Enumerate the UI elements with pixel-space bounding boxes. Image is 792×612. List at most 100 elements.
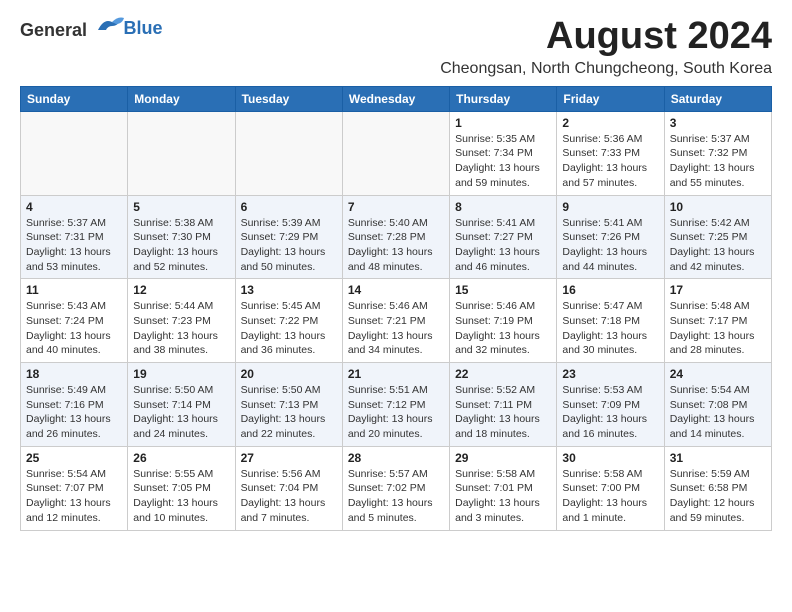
- day-number: 28: [348, 451, 444, 465]
- header-monday: Monday: [128, 86, 235, 111]
- day-info: Sunrise: 5:38 AM Sunset: 7:30 PM Dayligh…: [133, 216, 229, 275]
- header-sunday: Sunday: [21, 86, 128, 111]
- day-info: Sunrise: 5:51 AM Sunset: 7:12 PM Dayligh…: [348, 383, 444, 442]
- day-number: 23: [562, 367, 658, 381]
- day-info: Sunrise: 5:52 AM Sunset: 7:11 PM Dayligh…: [455, 383, 551, 442]
- day-number: 27: [241, 451, 337, 465]
- calendar-cell: 9 Sunrise: 5:41 AM Sunset: 7:26 PM Daylig…: [557, 195, 664, 279]
- day-number: 15: [455, 283, 551, 297]
- day-info: Sunrise: 5:56 AM Sunset: 7:04 PM Dayligh…: [241, 467, 337, 526]
- day-info: Sunrise: 5:37 AM Sunset: 7:31 PM Dayligh…: [26, 216, 122, 275]
- title-section: August 2024 Cheongsan, North Chungcheong…: [440, 16, 772, 78]
- calendar-cell: 18 Sunrise: 5:49 AM Sunset: 7:16 PM Dayli…: [21, 363, 128, 447]
- day-info: Sunrise: 5:37 AM Sunset: 7:32 PM Dayligh…: [670, 132, 766, 191]
- day-number: 16: [562, 283, 658, 297]
- calendar-table: SundayMondayTuesdayWednesdayThursdayFrid…: [20, 86, 772, 531]
- calendar-week-row: 11 Sunrise: 5:43 AM Sunset: 7:24 PM Dayli…: [21, 279, 772, 363]
- calendar-cell: 2 Sunrise: 5:36 AM Sunset: 7:33 PM Daylig…: [557, 111, 664, 195]
- calendar-cell: [235, 111, 342, 195]
- day-info: Sunrise: 5:50 AM Sunset: 7:14 PM Dayligh…: [133, 383, 229, 442]
- calendar-cell: 5Sunrise: 5:38 AM Sunset: 7:30 PM Daylig…: [128, 195, 235, 279]
- day-number: 25: [26, 451, 122, 465]
- calendar-cell: 1 Sunrise: 5:35 AM Sunset: 7:34 PM Daylig…: [450, 111, 557, 195]
- calendar-week-row: 4 Sunrise: 5:37 AM Sunset: 7:31 PM Daylig…: [21, 195, 772, 279]
- calendar-cell: 19 Sunrise: 5:50 AM Sunset: 7:14 PM Dayli…: [128, 363, 235, 447]
- day-number: 13: [241, 283, 337, 297]
- calendar-cell: [342, 111, 449, 195]
- day-number: 19: [133, 367, 229, 381]
- calendar-cell: 31Sunrise: 5:59 AM Sunset: 6:58 PM Dayli…: [664, 446, 771, 530]
- day-info: Sunrise: 5:45 AM Sunset: 7:22 PM Dayligh…: [241, 299, 337, 358]
- day-info: Sunrise: 5:40 AM Sunset: 7:28 PM Dayligh…: [348, 216, 444, 275]
- calendar-cell: 13 Sunrise: 5:45 AM Sunset: 7:22 PM Dayli…: [235, 279, 342, 363]
- day-number: 2: [562, 116, 658, 130]
- calendar-cell: 15 Sunrise: 5:46 AM Sunset: 7:19 PM Dayli…: [450, 279, 557, 363]
- calendar-cell: 28Sunrise: 5:57 AM Sunset: 7:02 PM Dayli…: [342, 446, 449, 530]
- day-number: 30: [562, 451, 658, 465]
- calendar-cell: 3 Sunrise: 5:37 AM Sunset: 7:32 PM Daylig…: [664, 111, 771, 195]
- day-info: Sunrise: 5:41 AM Sunset: 7:26 PM Dayligh…: [562, 216, 658, 275]
- day-number: 9: [562, 200, 658, 214]
- day-info: Sunrise: 5:59 AM Sunset: 6:58 PM Dayligh…: [670, 467, 766, 526]
- day-number: 18: [26, 367, 122, 381]
- day-info: Sunrise: 5:35 AM Sunset: 7:34 PM Dayligh…: [455, 132, 551, 191]
- day-info: Sunrise: 5:55 AM Sunset: 7:05 PM Dayligh…: [133, 467, 229, 526]
- page-header: General Blue August 2024 Cheongsan, Nort…: [20, 16, 772, 78]
- calendar-week-row: 18 Sunrise: 5:49 AM Sunset: 7:16 PM Dayli…: [21, 363, 772, 447]
- day-info: Sunrise: 5:44 AM Sunset: 7:23 PM Dayligh…: [133, 299, 229, 358]
- day-number: 7: [348, 200, 444, 214]
- calendar-cell: 14Sunrise: 5:46 AM Sunset: 7:21 PM Dayli…: [342, 279, 449, 363]
- header-thursday: Thursday: [450, 86, 557, 111]
- day-info: Sunrise: 5:49 AM Sunset: 7:16 PM Dayligh…: [26, 383, 122, 442]
- day-info: Sunrise: 5:58 AM Sunset: 7:01 PM Dayligh…: [455, 467, 551, 526]
- day-number: 1: [455, 116, 551, 130]
- location-subtitle: Cheongsan, North Chungcheong, South Kore…: [440, 60, 772, 78]
- header-wednesday: Wednesday: [342, 86, 449, 111]
- day-number: 22: [455, 367, 551, 381]
- day-info: Sunrise: 5:58 AM Sunset: 7:00 PM Dayligh…: [562, 467, 658, 526]
- day-number: 11: [26, 283, 122, 297]
- day-info: Sunrise: 5:54 AM Sunset: 7:07 PM Dayligh…: [26, 467, 122, 526]
- calendar-cell: 24Sunrise: 5:54 AM Sunset: 7:08 PM Dayli…: [664, 363, 771, 447]
- day-number: 26: [133, 451, 229, 465]
- calendar-cell: 27 Sunrise: 5:56 AM Sunset: 7:04 PM Dayli…: [235, 446, 342, 530]
- day-number: 3: [670, 116, 766, 130]
- calendar-cell: [128, 111, 235, 195]
- calendar-cell: 29 Sunrise: 5:58 AM Sunset: 7:01 PM Dayli…: [450, 446, 557, 530]
- day-info: Sunrise: 5:41 AM Sunset: 7:27 PM Dayligh…: [455, 216, 551, 275]
- day-number: 10: [670, 200, 766, 214]
- calendar-cell: 20Sunrise: 5:50 AM Sunset: 7:13 PM Dayli…: [235, 363, 342, 447]
- day-info: Sunrise: 5:53 AM Sunset: 7:09 PM Dayligh…: [562, 383, 658, 442]
- day-info: Sunrise: 5:54 AM Sunset: 7:08 PM Dayligh…: [670, 383, 766, 442]
- calendar-header-row: SundayMondayTuesdayWednesdayThursdayFrid…: [21, 86, 772, 111]
- calendar-cell: 25 Sunrise: 5:54 AM Sunset: 7:07 PM Dayli…: [21, 446, 128, 530]
- calendar-cell: 11 Sunrise: 5:43 AM Sunset: 7:24 PM Dayli…: [21, 279, 128, 363]
- day-info: Sunrise: 5:46 AM Sunset: 7:19 PM Dayligh…: [455, 299, 551, 358]
- logo-blue-text: Blue: [124, 19, 163, 39]
- calendar-cell: [21, 111, 128, 195]
- calendar-cell: 4 Sunrise: 5:37 AM Sunset: 7:31 PM Daylig…: [21, 195, 128, 279]
- calendar-cell: 7 Sunrise: 5:40 AM Sunset: 7:28 PM Daylig…: [342, 195, 449, 279]
- day-info: Sunrise: 5:36 AM Sunset: 7:33 PM Dayligh…: [562, 132, 658, 191]
- day-info: Sunrise: 5:47 AM Sunset: 7:18 PM Dayligh…: [562, 299, 658, 358]
- day-number: 17: [670, 283, 766, 297]
- day-number: 6: [241, 200, 337, 214]
- day-info: Sunrise: 5:42 AM Sunset: 7:25 PM Dayligh…: [670, 216, 766, 275]
- day-info: Sunrise: 5:39 AM Sunset: 7:29 PM Dayligh…: [241, 216, 337, 275]
- header-tuesday: Tuesday: [235, 86, 342, 111]
- day-number: 14: [348, 283, 444, 297]
- calendar-cell: 12Sunrise: 5:44 AM Sunset: 7:23 PM Dayli…: [128, 279, 235, 363]
- day-number: 21: [348, 367, 444, 381]
- logo-bird-icon: [96, 16, 124, 36]
- calendar-cell: 22 Sunrise: 5:52 AM Sunset: 7:11 PM Dayli…: [450, 363, 557, 447]
- header-friday: Friday: [557, 86, 664, 111]
- logo-general-text: General: [20, 20, 87, 40]
- header-saturday: Saturday: [664, 86, 771, 111]
- calendar-cell: 26 Sunrise: 5:55 AM Sunset: 7:05 PM Dayli…: [128, 446, 235, 530]
- day-info: Sunrise: 5:43 AM Sunset: 7:24 PM Dayligh…: [26, 299, 122, 358]
- day-number: 4: [26, 200, 122, 214]
- calendar-cell: 16 Sunrise: 5:47 AM Sunset: 7:18 PM Dayli…: [557, 279, 664, 363]
- day-number: 20: [241, 367, 337, 381]
- day-number: 29: [455, 451, 551, 465]
- calendar-cell: 10 Sunrise: 5:42 AM Sunset: 7:25 PM Dayli…: [664, 195, 771, 279]
